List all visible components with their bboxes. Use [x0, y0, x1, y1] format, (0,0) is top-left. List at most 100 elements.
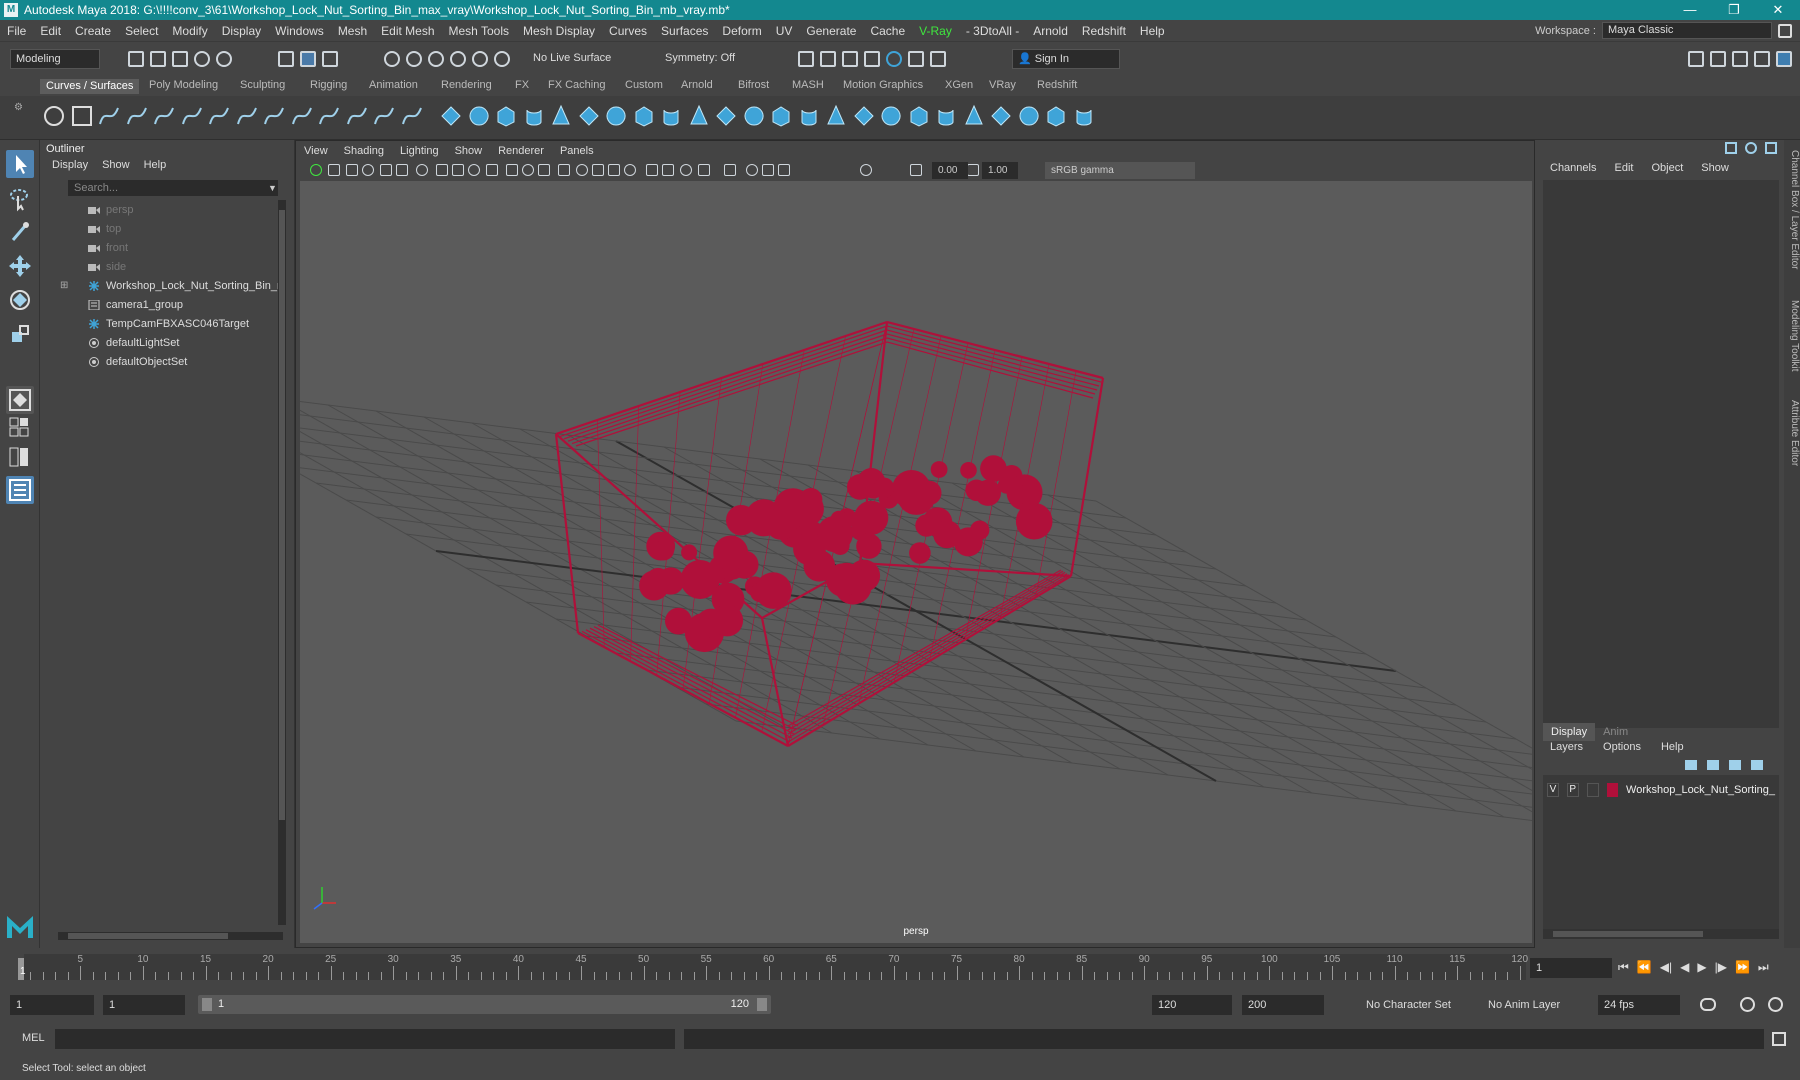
loft-icon[interactable] [632, 104, 656, 128]
outliner-layout-icon[interactable] [6, 476, 34, 504]
step-forward-key-icon[interactable]: ⏩ [1735, 960, 1750, 975]
anim-prefs-icon[interactable] [1768, 997, 1783, 1012]
mode-dropdown[interactable]: Modeling [10, 49, 100, 69]
outliner-item-persp[interactable]: persp [50, 200, 280, 219]
menu-display[interactable]: Display [215, 24, 268, 38]
revolve-icon[interactable] [604, 104, 628, 128]
camera-attributes-icon[interactable] [328, 164, 340, 176]
range-slider-bar[interactable]: 1 120 [198, 995, 771, 1014]
wireframe-icon[interactable] [538, 164, 550, 176]
surface-tool-g-icon[interactable] [989, 104, 1013, 128]
channel-box-toggle-icon[interactable] [1754, 51, 1770, 67]
mel-label[interactable]: MEL [22, 1032, 45, 1044]
two-pane-layout-icon[interactable] [6, 446, 34, 470]
curve-tool-f-icon[interactable] [372, 104, 396, 128]
isolate-select-icon[interactable] [724, 164, 736, 176]
curve-tool-a-icon[interactable] [235, 104, 259, 128]
menu-mesh-tools[interactable]: Mesh Tools [442, 24, 516, 38]
new-scene-icon[interactable] [128, 51, 144, 67]
menu-arnold[interactable]: Arnold [1026, 24, 1075, 38]
outliner-item-camera1-group[interactable]: camera1_group [50, 295, 280, 314]
layer-playback-toggle[interactable]: P [1566, 783, 1579, 797]
auto-key-icon[interactable] [1740, 997, 1755, 1012]
safe-title-icon[interactable] [522, 164, 534, 176]
channels-menu-channels[interactable]: Channels [1550, 162, 1596, 174]
curve-tool-c-icon[interactable] [290, 104, 314, 128]
menu-redshift[interactable]: Redshift [1075, 24, 1133, 38]
modeling-toolkit-icon[interactable] [1688, 51, 1704, 67]
layer-tab-anim[interactable]: Anim [1595, 723, 1636, 741]
surface-tool-b-icon[interactable] [852, 104, 876, 128]
nurbs-cylinder-icon[interactable] [494, 104, 518, 128]
shelf-tab-redshift[interactable]: Redshift [1037, 79, 1077, 91]
bezier-curve-icon[interactable] [207, 104, 231, 128]
menu-file[interactable]: File [0, 24, 33, 38]
play-forward-icon[interactable]: ▶ [1697, 960, 1706, 975]
sign-in-button[interactable]: 👤 Sign In [1012, 49, 1120, 69]
outliner-item-side[interactable]: side [50, 257, 280, 276]
fps-dropdown[interactable]: 24 fps [1598, 995, 1680, 1015]
bevel-icon[interactable] [797, 104, 821, 128]
screen-space-ao-icon[interactable] [646, 164, 658, 176]
save-scene-icon[interactable] [172, 51, 188, 67]
single-pane-layout-icon[interactable] [6, 386, 34, 414]
exposure-field[interactable]: 0.00 [932, 162, 968, 179]
step-back-key-icon[interactable]: ⏪ [1637, 960, 1652, 975]
menu-help[interactable]: Help [1133, 24, 1172, 38]
nurbs-sphere-icon[interactable] [439, 104, 463, 128]
anim-layer-dropdown[interactable]: No Anim Layer [1482, 995, 1582, 1015]
channel-icon-a[interactable] [1725, 142, 1737, 154]
workspace-dropdown[interactable]: Maya Classic [1602, 22, 1772, 39]
outliner-menu-help[interactable]: Help [144, 159, 167, 171]
curve-tool-d-icon[interactable] [317, 104, 341, 128]
channel-icon-b[interactable] [1745, 142, 1757, 154]
shelf-settings-icon[interactable]: ⚙ [14, 102, 24, 134]
step-forward-frame-icon[interactable]: |▶ [1715, 960, 1727, 975]
menu-uv[interactable]: UV [769, 24, 800, 38]
layer-visibility-toggle[interactable]: V [1547, 783, 1559, 797]
range-start-handle[interactable] [202, 998, 212, 1011]
channels-menu-edit[interactable]: Edit [1614, 162, 1633, 174]
layer-type-toggle[interactable] [1586, 783, 1599, 797]
depth-of-field-icon[interactable] [698, 164, 710, 176]
select-camera-icon[interactable] [310, 164, 322, 176]
shelf-tab-poly-modeling[interactable]: Poly Modeling [149, 79, 218, 91]
color-management-icon[interactable] [967, 164, 979, 176]
curve-tool-g-icon[interactable] [400, 104, 424, 128]
close-button[interactable]: ✕ [1756, 0, 1800, 20]
menu-edit[interactable]: Edit [33, 24, 68, 38]
menu-modify[interactable]: Modify [165, 24, 214, 38]
image-plane-icon[interactable] [362, 164, 374, 176]
nurbs-cube-icon[interactable] [467, 104, 491, 128]
loop-toggle-icon[interactable] [1700, 998, 1716, 1011]
four-pane-layout-icon[interactable] [6, 416, 34, 440]
surface-tool-h-icon[interactable] [1017, 104, 1041, 128]
shelf-tab-curves-surfaces[interactable]: Curves / Surfaces [40, 79, 140, 94]
shelf-tab-bifrost[interactable]: Bifrost [738, 79, 769, 91]
layer-menu-layers[interactable]: Layers [1550, 741, 1583, 753]
start-frame-field[interactable]: 1 [10, 995, 94, 1015]
birail-icon[interactable] [714, 104, 738, 128]
gamma-icon[interactable] [910, 164, 922, 176]
render-current-icon[interactable] [798, 51, 814, 67]
layer-color-swatch[interactable] [1606, 783, 1619, 797]
color-space-dropdown[interactable]: sRGB gamma [1045, 162, 1195, 179]
symmetry-dropdown[interactable]: Symmetry: Off [660, 49, 752, 69]
outliner-item-defaultlightset[interactable]: defaultLightSet [50, 333, 280, 352]
character-set-dropdown[interactable]: No Character Set [1360, 995, 1468, 1015]
bookmarks-icon[interactable] [346, 164, 358, 176]
field-chart-icon[interactable] [486, 164, 498, 176]
shelf-tab-sculpting[interactable]: Sculpting [240, 79, 285, 91]
lasso-tool-icon[interactable] [6, 184, 34, 212]
curve-tool-e-icon[interactable] [345, 104, 369, 128]
menu-mesh[interactable]: Mesh [331, 24, 374, 38]
snap-live-icon[interactable] [494, 51, 510, 67]
restore-button[interactable]: ❐ [1712, 0, 1756, 20]
paint-select-tool-icon[interactable] [6, 218, 34, 246]
layer-editor-toggle-icon[interactable] [1776, 51, 1792, 67]
surface-tool-a-icon[interactable] [824, 104, 848, 128]
redo-icon[interactable] [216, 51, 232, 67]
surface-tool-d-icon[interactable] [907, 104, 931, 128]
surface-tool-f-icon[interactable] [962, 104, 986, 128]
textured-icon[interactable] [592, 164, 604, 176]
